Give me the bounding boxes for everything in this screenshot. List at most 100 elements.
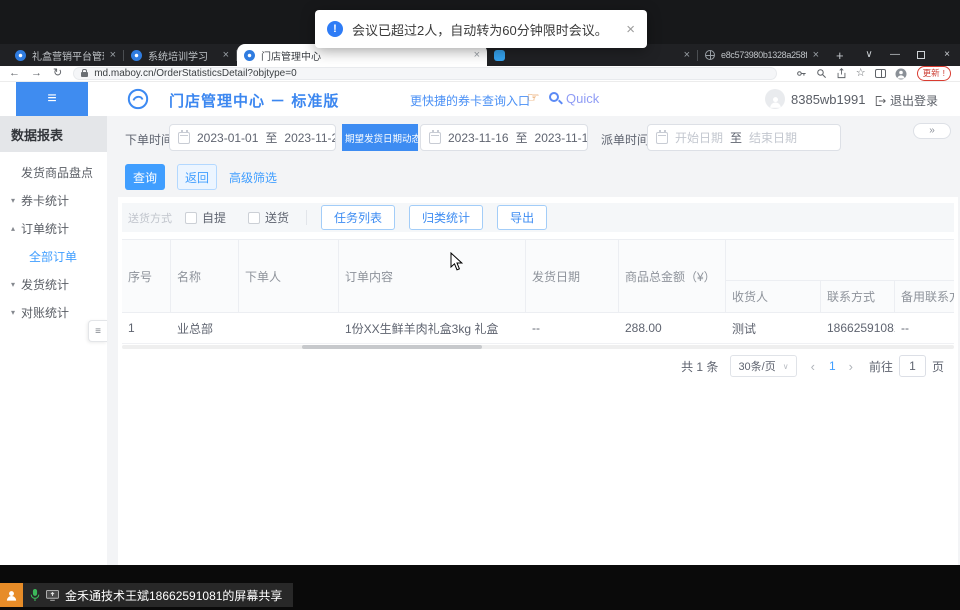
tab-close-icon[interactable]: ×: [474, 50, 480, 61]
site-favicon: [494, 50, 505, 61]
table-cell: 1份XX生鲜羊肉礼盒3kg 礼盒: [339, 313, 526, 344]
quick-card-query-link[interactable]: 更快捷的券卡查询入口: [410, 92, 530, 109]
url-omnibox[interactable]: md.maboy.cn/OrderStatisticsDetail?objtyp…: [73, 67, 777, 80]
tab-title: 门店管理中心: [261, 48, 468, 63]
meeting-toast: ! 会议已超过2人，自动转为60分钟限时会议。 ×: [315, 10, 647, 48]
password-key-icon[interactable]: [796, 68, 807, 79]
task-list-button[interactable]: 任务列表: [321, 205, 395, 230]
date-separator: 至: [730, 129, 742, 146]
sidebar-item-all-orders-active[interactable]: 全部订单: [0, 242, 107, 270]
pickup-label[interactable]: 自提: [202, 209, 226, 226]
split-view-icon[interactable]: [875, 69, 886, 78]
tab-close-icon[interactable]: ×: [813, 50, 819, 61]
browser-tab-gift-platform[interactable]: 礼盒营销平台管理中心 ×: [8, 44, 123, 66]
url-text: md.maboy.cn/OrderStatisticsDetail?objtyp…: [94, 69, 296, 79]
table-cell: 业总部: [171, 313, 239, 344]
tab-search-icon[interactable]: ∨: [856, 44, 882, 66]
new-tab-button[interactable]: +: [836, 49, 844, 62]
column-backup-contact: 备用联系方式 --: [895, 281, 954, 344]
column-order-content: 订单内容 1份XX生鲜羊肉礼盒3kg 礼盒: [339, 240, 526, 344]
logout-button[interactable]: 退出登录: [874, 92, 938, 109]
expected-ship-date-button[interactable]: 期望发货日期动态: [342, 124, 418, 151]
current-page[interactable]: 1: [829, 359, 836, 373]
screen: 礼盒营销平台管理中心 × 系统培训学习 × 门店管理中心 × × e8c5739…: [0, 0, 960, 610]
quick-link[interactable]: Quick: [566, 91, 599, 106]
date-start: 2023-11-16: [448, 131, 509, 145]
column-index: 序号 1: [122, 240, 171, 344]
chrome-update-button[interactable]: 更新 !: [917, 66, 951, 80]
hamburger-menu-button[interactable]: ≡: [16, 82, 88, 116]
expand-filters-button[interactable]: »: [913, 123, 951, 139]
calendar-icon: [656, 132, 668, 144]
horizontal-scrollbar[interactable]: [122, 345, 954, 349]
back-icon[interactable]: ←: [9, 68, 20, 79]
tab-close-icon[interactable]: ×: [110, 50, 116, 61]
toolbar-divider: [306, 210, 307, 225]
sidebar-item-coupon-stats[interactable]: ▾ 券卡统计: [0, 186, 107, 214]
expected-ship-date-range-input[interactable]: 2023-11-16 至 2023-11-16: [420, 124, 588, 151]
column-group-receiver: 收货人 测试 联系方式 18662591081 备用联系方式 --: [726, 240, 954, 344]
lock-icon: [81, 72, 88, 77]
logout-label: 退出登录: [890, 92, 938, 109]
minimize-button[interactable]: —: [882, 44, 908, 66]
table-cell: 测试: [726, 313, 821, 344]
column-header: 发货日期: [526, 240, 619, 313]
start-date-placeholder: 开始日期: [675, 129, 723, 146]
goto-page-input[interactable]: 1: [899, 355, 926, 377]
pickup-checkbox[interactable]: [185, 212, 197, 224]
browser-tab-hash[interactable]: e8c573980b1328a258fd2e61 ×: [698, 44, 826, 66]
tab-title: e8c573980b1328a258fd2e61: [721, 50, 807, 60]
sidebar-item-shipping-stats[interactable]: ▾ 发货统计: [0, 270, 107, 298]
browser-address-bar: ← → ↻ md.maboy.cn/OrderStatisticsDetail?…: [0, 66, 960, 82]
tab-close-icon[interactable]: ×: [684, 50, 690, 61]
screen-share-bar: 金禾通技术王斌18662591081的屏幕共享: [23, 583, 293, 607]
dispatch-time-range-input[interactable]: 开始日期 至 结束日期: [647, 124, 841, 151]
browser-tab-training[interactable]: 系统培训学习 ×: [124, 44, 236, 66]
back-button[interactable]: 返回: [177, 164, 217, 190]
sidebar-item-order-stats[interactable]: ▴ 订单统计: [0, 214, 107, 242]
column-ship-date: 发货日期 --: [526, 240, 619, 344]
advanced-filter-link[interactable]: 高级筛选: [229, 164, 277, 190]
sidebar-collapse-toggle[interactable]: ≡: [88, 320, 107, 342]
desktop-bottom-strip: 金禾通技术王斌18662591081的屏幕共享: [0, 565, 960, 610]
collapse-arrow-icon: ▾: [8, 196, 18, 205]
zoom-icon[interactable]: [816, 68, 827, 79]
profile-avatar-icon[interactable]: [895, 68, 907, 80]
bookmark-star-icon[interactable]: ☆: [856, 68, 866, 79]
tab-close-icon[interactable]: ×: [223, 50, 229, 61]
delivery-label[interactable]: 送货: [265, 209, 289, 226]
column-header: 备用联系方式: [895, 281, 954, 313]
order-time-range-input[interactable]: 2023-01-01 至 2023-11-21: [169, 124, 336, 151]
toast-close-icon[interactable]: ×: [626, 22, 635, 37]
scrollbar-thumb[interactable]: [302, 345, 482, 349]
maximize-button[interactable]: [917, 51, 925, 59]
share-icon[interactable]: [836, 68, 847, 79]
sidebar-section-data-reports[interactable]: 数据报表: [0, 116, 107, 152]
search-button[interactable]: 查询: [125, 164, 165, 190]
date-end: 2023-11-16: [535, 131, 588, 145]
order-time-label: 下单时间: [125, 131, 173, 148]
sidebar-item-shipping-goods-inventory[interactable]: 发货商品盘点: [0, 158, 107, 186]
column-header: 名称: [171, 240, 239, 313]
forward-icon[interactable]: →: [31, 68, 42, 79]
export-button[interactable]: 导出: [497, 205, 547, 230]
table-cell: --: [895, 313, 954, 344]
quick-search-icon[interactable]: [549, 92, 559, 102]
calendar-icon: [178, 132, 190, 144]
page-title: 门店管理中心 － 标准版: [169, 90, 339, 111]
calendar-icon: [429, 132, 441, 144]
reload-icon[interactable]: ↻: [53, 68, 62, 79]
category-stats-button[interactable]: 归类统计: [409, 205, 483, 230]
prev-page-button[interactable]: ‹: [811, 359, 815, 374]
column-name: 名称 业总部: [171, 240, 239, 344]
page-size-select[interactable]: 30条/页 ∨: [730, 355, 796, 377]
total-count: 共 1 条: [681, 358, 718, 375]
close-window-button[interactable]: ×: [934, 44, 960, 66]
next-page-button[interactable]: ›: [849, 359, 853, 374]
screen-share-icon: [46, 590, 59, 601]
date-start: 2023-01-01: [197, 131, 258, 145]
delivery-checkbox[interactable]: [248, 212, 260, 224]
main-area: 数据报表 发货商品盘点 ▾ 券卡统计 ▴ 订单统计 全部订单: [0, 116, 960, 565]
user-avatar[interactable]: [765, 89, 785, 109]
screen-share-text: 金禾通技术王斌18662591081的屏幕共享: [65, 587, 282, 604]
